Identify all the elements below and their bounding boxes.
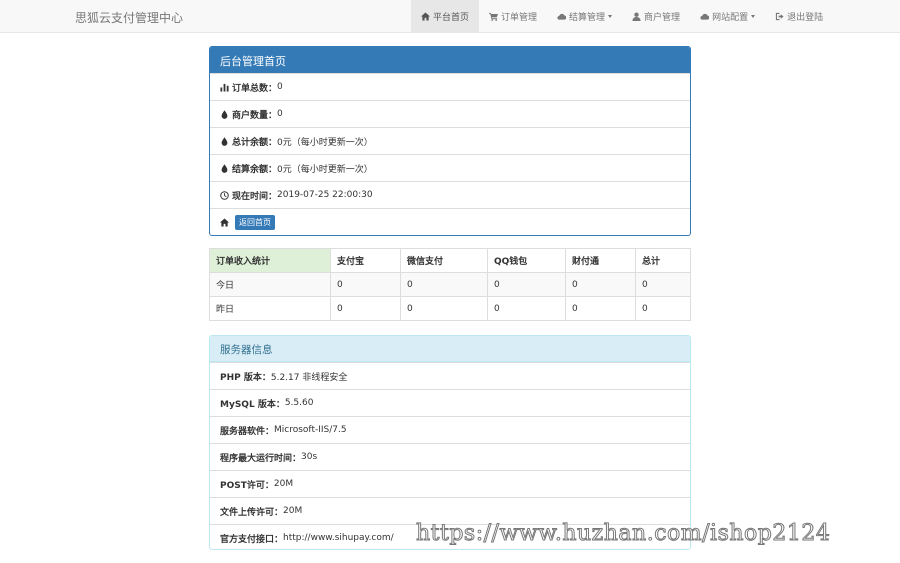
mysql-version-row: MySQL 版本： 5.5.60	[210, 389, 690, 416]
upload-limit-row: 文件上传许可： 20M	[210, 497, 690, 524]
post-limit-value: 20M	[273, 479, 294, 489]
table-cell: 0	[635, 296, 691, 321]
table-cell: 0	[565, 296, 636, 321]
merchant-count-label: 商户数量：	[232, 110, 278, 121]
merchant-count-value: 0	[277, 109, 283, 119]
summary-panel-title: 后台管理首页	[210, 47, 690, 73]
table-cell: 今日	[209, 272, 331, 297]
nav-site-config[interactable]: 网站配置	[690, 0, 765, 33]
settle-balance-label: 结算余额：	[232, 164, 278, 175]
logout-icon	[775, 12, 784, 21]
nav-merchants[interactable]: 商户管理	[622, 0, 690, 33]
table-cell: 0	[487, 272, 566, 297]
table-cell: 昨日	[209, 296, 331, 321]
merchant-count-row: 商户数量： 0	[210, 100, 690, 127]
upload-limit-label: 文件上传许可：	[220, 507, 284, 518]
php-version-label: PHP 版本：	[220, 372, 271, 383]
top-navbar: 思狐云支付管理中心 平台首页 订单管理 结算管理 商户管理 网站配置 退出登陆	[0, 0, 900, 33]
server-software-label: 服务器软件：	[220, 426, 275, 437]
watermark-text: https://www.huzhan.com/ishop2124	[415, 521, 831, 547]
php-version-row: PHP 版本： 5.2.17 非线程安全	[210, 362, 690, 389]
table-header-cell: 微信支付	[400, 248, 488, 273]
table-header-cell: 财付通	[565, 248, 636, 273]
table-header-row: 订单收入统计 支付宝 微信支付 QQ钱包 财付通 总计	[209, 248, 691, 273]
official-api-label: 官方支付接口：	[220, 534, 284, 545]
admin-summary-panel: 后台管理首页 订单总数： 0 商户数量： 0 总计余额： 0元（每小时更新一次）…	[209, 46, 691, 236]
table-cell: 0	[400, 272, 488, 297]
cloud-icon	[700, 13, 710, 20]
brand-title[interactable]: 思狐云支付管理中心	[75, 9, 183, 26]
nav-orders[interactable]: 订单管理	[479, 0, 547, 33]
chevron-down-icon	[751, 15, 756, 18]
total-balance-label: 总计余额：	[232, 137, 278, 148]
nav-logout-label: 退出登陆	[787, 13, 824, 23]
table-cell: 0	[487, 296, 566, 321]
nav-home[interactable]: 平台首页	[411, 0, 480, 33]
nav-settlement[interactable]: 结算管理	[547, 0, 622, 33]
cloud-icon	[557, 13, 567, 20]
server-software-value: Microsoft-IIS/7.5	[274, 425, 347, 435]
table-header-cell: QQ钱包	[487, 248, 566, 273]
nav-merchants-label: 商户管理	[644, 13, 681, 23]
table-cell: 0	[330, 272, 401, 297]
table-header-cell: 订单收入统计	[209, 248, 331, 273]
upload-limit-value: 20M	[283, 506, 303, 516]
nav-home-label: 平台首页	[433, 13, 470, 23]
table-cell: 0	[635, 272, 691, 297]
nav-site-config-label: 网站配置	[712, 13, 749, 23]
clock-icon	[220, 190, 229, 200]
drop-icon	[221, 136, 228, 146]
table-cell: 0	[565, 272, 636, 297]
nav-orders-label: 订单管理	[501, 13, 538, 23]
table-cell: 0	[400, 296, 488, 321]
back-home-button[interactable]: 返回首页	[235, 214, 275, 230]
current-time-value: 2019-07-25 22:00:30	[277, 190, 373, 200]
table-row: 昨日 0 0 0 0 0	[209, 296, 691, 321]
current-time-row: 现在时间： 2019-07-25 22:00:30	[210, 181, 690, 208]
user-icon	[632, 12, 641, 21]
current-time-label: 现在时间：	[232, 191, 278, 202]
nav-logout[interactable]: 退出登陆	[765, 0, 833, 33]
drop-icon	[221, 109, 228, 119]
main-nav: 平台首页 订单管理 结算管理 商户管理 网站配置 退出登陆	[411, 0, 833, 33]
server-software-row: 服务器软件： Microsoft-IIS/7.5	[210, 416, 690, 443]
total-balance-row: 总计余额： 0元（每小时更新一次）	[210, 127, 690, 154]
nav-settlement-label: 结算管理	[569, 13, 606, 23]
order-total-label: 订单总数：	[232, 83, 278, 94]
max-exec-time-label: 程序最大运行时间：	[220, 453, 302, 464]
table-header-cell: 支付宝	[330, 248, 401, 273]
table-cell: 0	[330, 296, 401, 321]
order-income-table: 订单收入统计 支付宝 微信支付 QQ钱包 财付通 总计 今日 0 0 0 0 0…	[209, 248, 691, 321]
php-version-value: 5.2.17 非线程安全	[270, 372, 348, 383]
back-home-row: 返回首页	[210, 208, 690, 235]
cart-icon	[489, 12, 499, 21]
total-balance-value: 0元（每小时更新一次）	[277, 137, 373, 148]
settle-balance-row: 结算余额： 0元（每小时更新一次）	[210, 154, 690, 181]
order-total-value: 0	[277, 82, 283, 92]
post-limit-row: POST许可： 20M	[210, 470, 690, 497]
max-exec-time-value: 30s	[301, 452, 318, 462]
table-row: 今日 0 0 0 0 0	[209, 272, 691, 297]
table-header-cell: 总计	[635, 248, 691, 273]
server-info-panel: 服务器信息 PHP 版本： 5.2.17 非线程安全 MySQL 版本： 5.5…	[209, 335, 691, 550]
mysql-version-label: MySQL 版本：	[220, 399, 285, 410]
bar-chart-icon	[220, 83, 229, 92]
server-panel-title: 服务器信息	[210, 336, 690, 362]
order-total-row: 订单总数： 0	[210, 73, 690, 100]
official-api-value: http://www.sihupay.com/	[283, 533, 394, 543]
post-limit-label: POST许可：	[220, 480, 274, 491]
home-icon	[421, 12, 430, 21]
mysql-version-value: 5.5.60	[284, 398, 314, 408]
drop-icon	[221, 163, 228, 173]
settle-balance-value: 0元（每小时更新一次）	[277, 164, 373, 175]
home-icon	[220, 217, 229, 227]
max-exec-time-row: 程序最大运行时间： 30s	[210, 443, 690, 470]
chevron-down-icon	[608, 15, 613, 18]
